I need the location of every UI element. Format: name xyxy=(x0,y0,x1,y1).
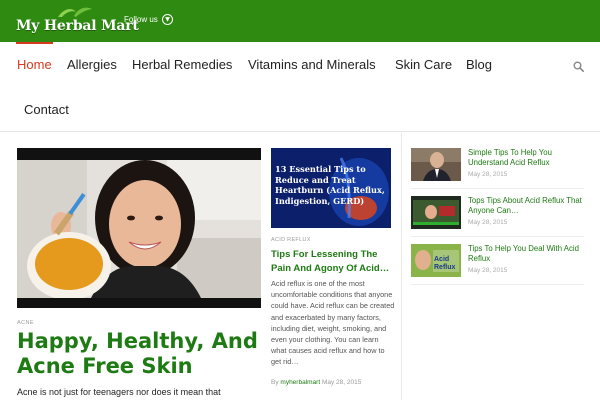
featured-excerpt: Acne is not just for teenagers nor does … xyxy=(17,387,221,397)
featured-title[interactable]: Happy, Healthy, And Acne Free Skin xyxy=(17,329,267,379)
sidebar-item: Acid Reflux Tips To Help You Deal With A… xyxy=(411,244,591,282)
nav-item-skin-care[interactable]: Skin Care xyxy=(395,57,452,72)
thumb-text: Acid Reflux xyxy=(434,256,456,271)
post-image-text: 13 Essential Tips to Reduce and Treat He… xyxy=(275,164,385,206)
sidebar-thumbnail[interactable]: Acid Reflux xyxy=(411,244,461,277)
sidebar-post-date: May 28, 2015 xyxy=(468,171,508,178)
nav-item-allergies[interactable]: Allergies xyxy=(67,57,117,72)
post-date: May 28, 2015 xyxy=(321,379,362,386)
follow-label: Follow us xyxy=(124,15,158,24)
post-meta: By myherbalmart May 28, 2015 xyxy=(271,379,361,386)
sidebar-post-date: May 28, 2015 xyxy=(468,267,508,274)
site-logo[interactable]: My Herbal Mart xyxy=(16,7,139,34)
nav-item-herbal-remedies[interactable]: Herbal Remedies xyxy=(132,57,232,72)
sidebar-divider xyxy=(411,236,584,237)
post-image[interactable]: 13 Essential Tips to Reduce and Treat He… xyxy=(271,148,391,228)
active-indicator xyxy=(16,42,53,44)
main-nav: Home Allergies Herbal Remedies Vitamins … xyxy=(0,42,600,132)
sidebar-post-title[interactable]: Tips To Help You Deal With Acid Reflux xyxy=(468,244,586,264)
author-link[interactable]: myherbalmart xyxy=(280,379,320,386)
post-excerpt: Acid reflux is one of the most uncomfort… xyxy=(271,279,395,367)
sidebar-post-title[interactable]: Tops Tips About Acid Reflux That Anyone … xyxy=(468,196,586,216)
sidebar-divider xyxy=(411,188,584,189)
sidebar-item: Tops Tips About Acid Reflux That Anyone … xyxy=(411,196,591,234)
sidebar-item: Simple Tips To Help You Understand Acid … xyxy=(411,148,591,186)
nav-item-blog[interactable]: Blog xyxy=(466,57,492,72)
nav-item-vitamins-minerals[interactable]: Vitamins and Minerals xyxy=(248,57,376,72)
featured-image[interactable] xyxy=(17,148,261,308)
doctor-thumbnail xyxy=(411,148,461,181)
sidebar-thumbnail[interactable] xyxy=(411,148,461,181)
sidebar-post-date: May 28, 2015 xyxy=(468,219,508,226)
sidebar-post-title[interactable]: Simple Tips To Help You Understand Acid … xyxy=(468,148,586,168)
category-label[interactable]: ACNE xyxy=(17,320,34,326)
category-label[interactable]: ACID REFLUX xyxy=(271,237,311,243)
logo-text: My Herbal Mart xyxy=(16,18,139,34)
post-title[interactable]: Tips For Lessening The Pain And Agony Of… xyxy=(271,248,395,276)
nav-item-contact[interactable]: Contact xyxy=(24,102,69,117)
sidebar-thumbnail[interactable] xyxy=(411,196,461,229)
video-thumbnail xyxy=(411,196,461,229)
chevron-down-icon[interactable]: ▼ xyxy=(162,14,173,25)
top-bar: My Herbal Mart Follow us ▼ xyxy=(0,0,600,42)
by-label: By xyxy=(271,379,279,386)
leaf-icon xyxy=(58,7,92,17)
search-icon[interactable] xyxy=(573,61,584,72)
column-divider xyxy=(401,133,402,400)
featured-photo xyxy=(17,148,261,308)
sidebar-divider xyxy=(411,284,584,285)
nav-item-home[interactable]: Home xyxy=(17,57,52,72)
